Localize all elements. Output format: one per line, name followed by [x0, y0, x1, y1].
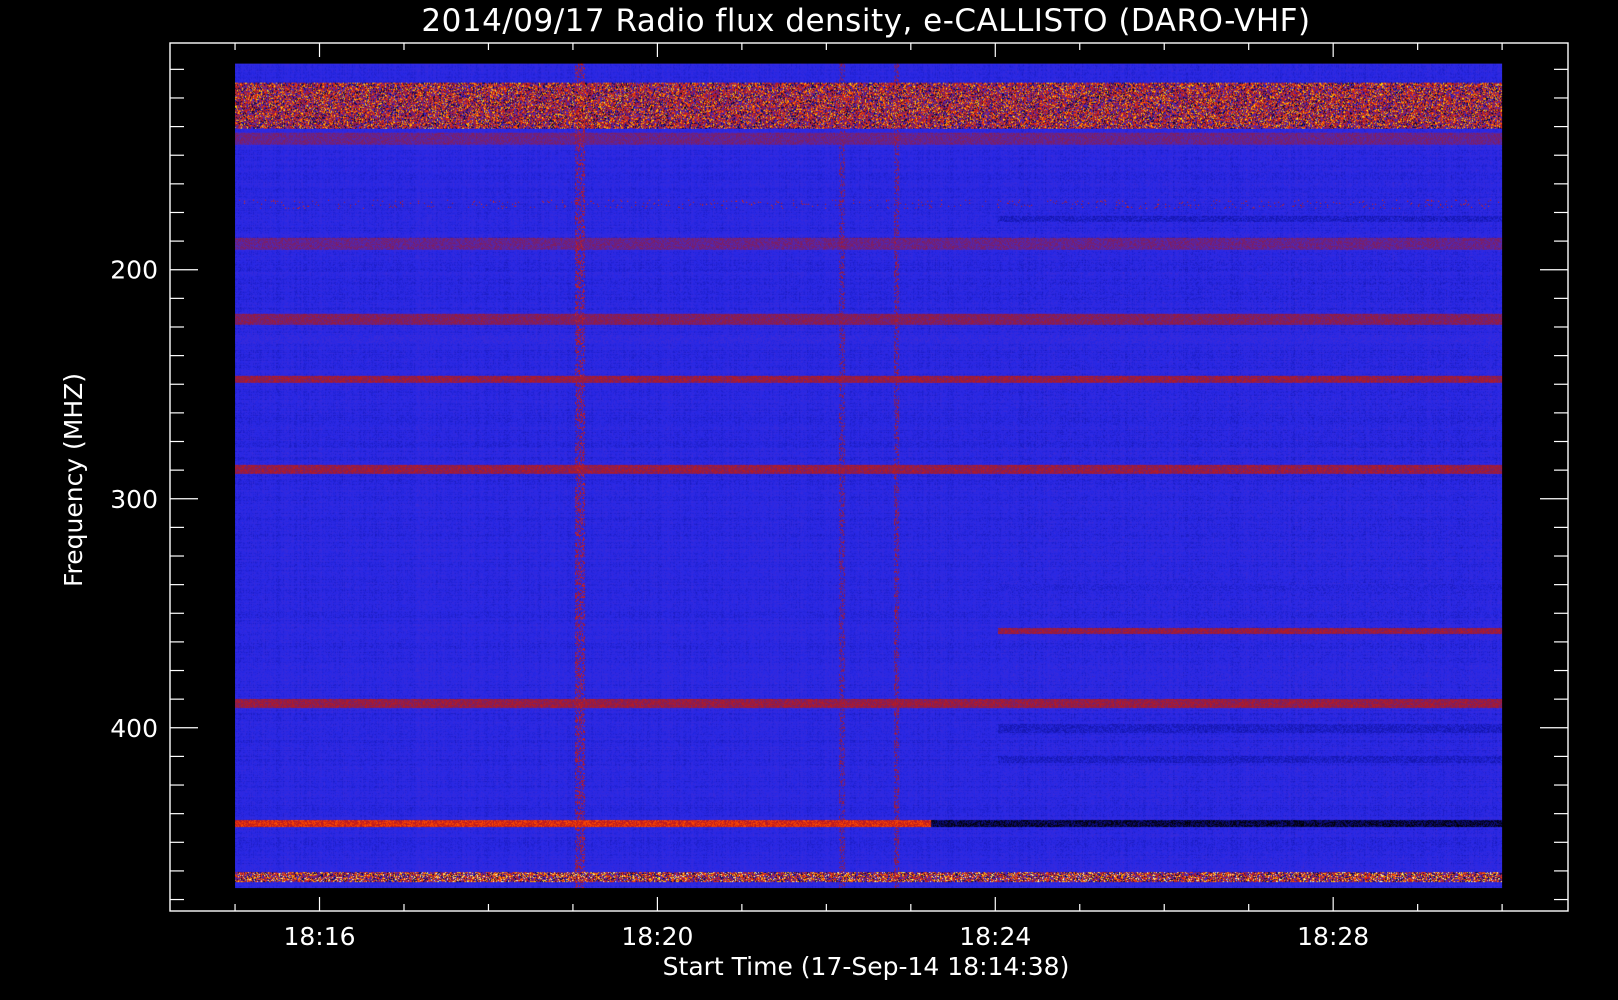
spectrogram-figure: 2014/09/17 Radio flux density, e-CALLIST… — [0, 0, 1618, 1000]
x-tick-label: 18:24 — [959, 922, 1031, 951]
x-tick-label: 18:16 — [283, 922, 355, 951]
x-tick-label: 18:28 — [1297, 922, 1369, 951]
y-tick-label: 300 — [110, 485, 158, 514]
x-tick-label: 18:20 — [621, 922, 693, 951]
heatmap-image — [235, 63, 1503, 889]
y-tick-label: 400 — [110, 714, 158, 743]
y-tick-label: 200 — [110, 256, 158, 285]
chart-title: 2014/09/17 Radio flux density, e-CALLIST… — [421, 3, 1310, 39]
y-axis-label: Frequency (MHZ) — [59, 373, 88, 587]
x-axis-label: Start Time (17-Sep-14 18:14:38) — [663, 952, 1070, 981]
